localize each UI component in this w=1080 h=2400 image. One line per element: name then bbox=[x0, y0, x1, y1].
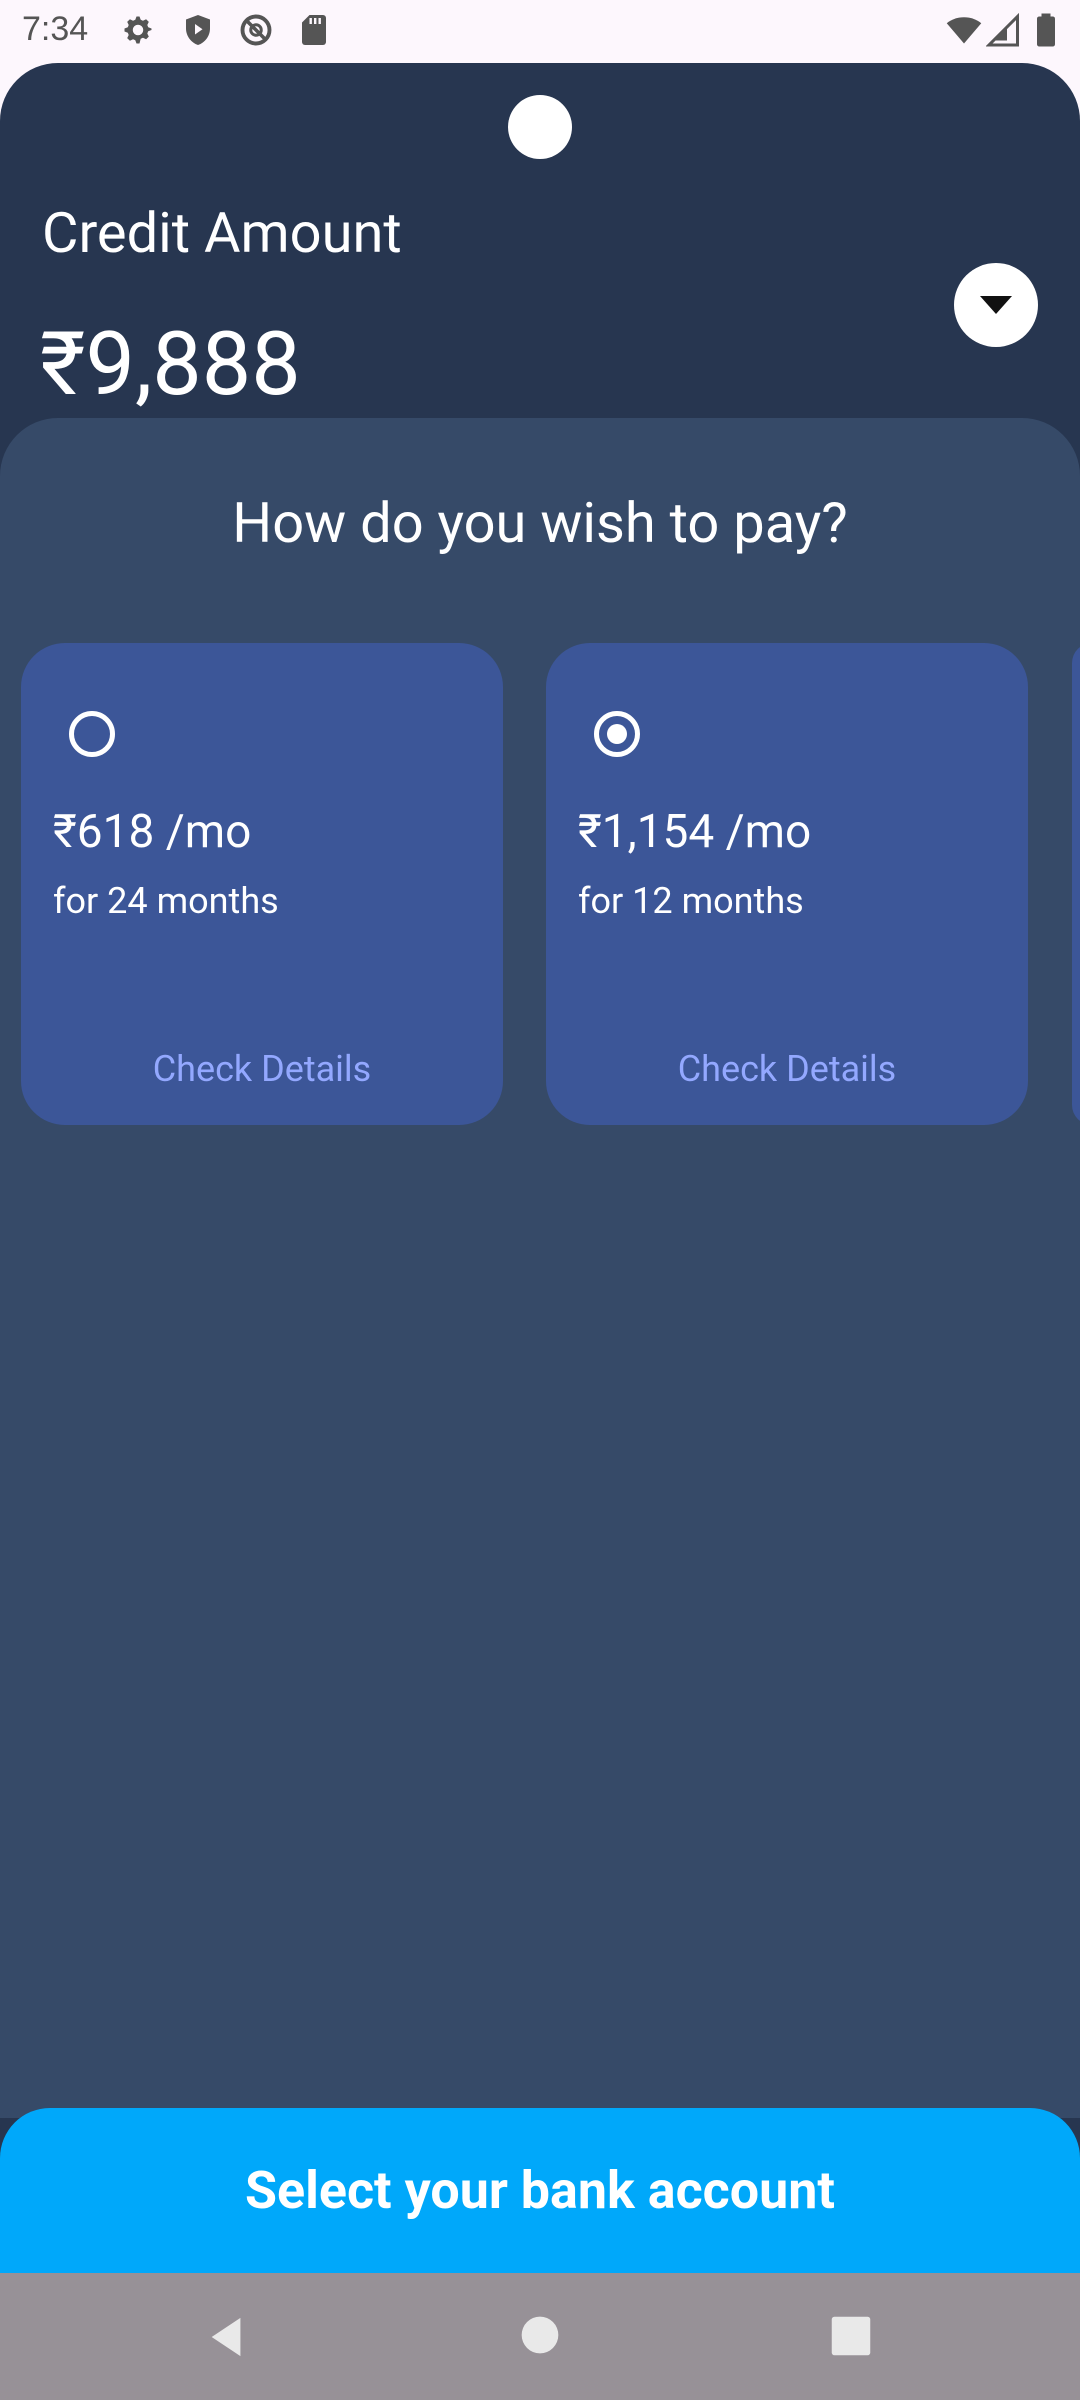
plan-card-24-months[interactable]: ₹618 /mo for 24 months Check Details bbox=[21, 643, 503, 1125]
plan-term: for 12 months bbox=[578, 880, 804, 922]
back-icon[interactable] bbox=[204, 2314, 250, 2360]
plan-price: ₹618 /mo bbox=[53, 805, 252, 859]
battery-icon bbox=[1037, 13, 1055, 47]
plan-radio-selected[interactable] bbox=[594, 711, 640, 757]
payment-title: How do you wish to pay? bbox=[232, 490, 848, 556]
credit-amount-label: Credit Amount bbox=[42, 200, 402, 266]
plan-price: ₹1,154 /mo bbox=[578, 805, 812, 859]
sheet-handle[interactable] bbox=[508, 95, 572, 159]
expand-button[interactable] bbox=[954, 263, 1038, 347]
sd-card-icon bbox=[302, 15, 326, 45]
plan-term: for 24 months bbox=[53, 880, 279, 922]
credit-amount-value: ₹9,888 bbox=[40, 313, 301, 416]
home-icon[interactable] bbox=[520, 2315, 560, 2355]
plan-card-12-months[interactable]: ₹1,154 /mo for 12 months Check Details bbox=[546, 643, 1028, 1125]
check-details-link[interactable]: Check Details bbox=[546, 1048, 1028, 1090]
status-time: 7:34 bbox=[22, 10, 89, 48]
select-bank-account-button[interactable]: Select your bank account bbox=[0, 2108, 1080, 2273]
signal-icon bbox=[986, 12, 1019, 47]
plan-card-peek[interactable] bbox=[1072, 643, 1080, 1125]
navigation-bar bbox=[0, 2273, 1080, 2400]
chevron-down-icon bbox=[980, 296, 1012, 314]
shield-icon bbox=[186, 15, 210, 45]
recents-icon[interactable] bbox=[830, 2315, 872, 2357]
wifi-icon bbox=[946, 17, 982, 44]
do-not-disturb-icon bbox=[240, 14, 272, 46]
status-bar: 7:34 bbox=[0, 0, 1080, 63]
check-details-link[interactable]: Check Details bbox=[21, 1048, 503, 1090]
settings-icon bbox=[124, 16, 152, 44]
plan-radio[interactable] bbox=[69, 711, 115, 757]
